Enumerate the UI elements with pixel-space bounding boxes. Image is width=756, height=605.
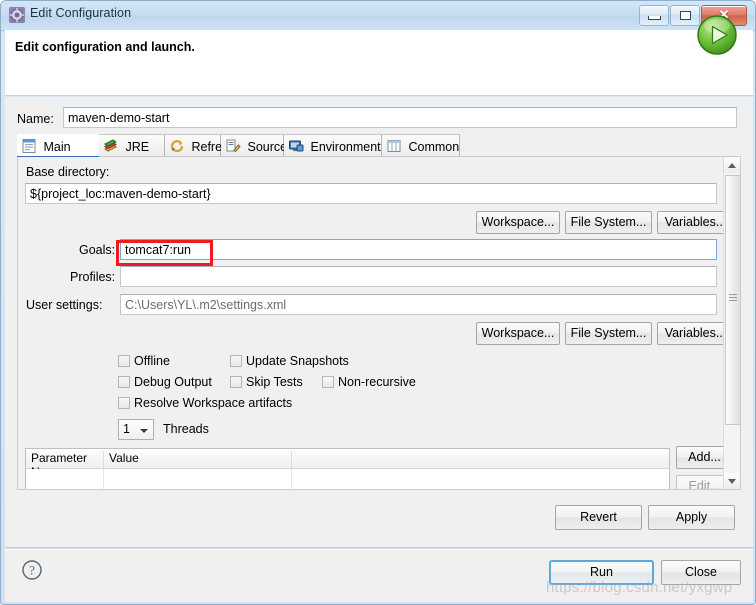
chevron-down-icon xyxy=(140,429,148,433)
maximize-icon xyxy=(680,11,691,20)
common-tab-icon xyxy=(386,138,402,154)
threads-dropdown[interactable]: 1 xyxy=(118,419,154,440)
base-workspace-button[interactable]: Workspace... xyxy=(476,211,560,234)
tab-common[interactable]: Common xyxy=(382,134,460,157)
tab-source[interactable]: Source xyxy=(221,134,288,157)
checkbox-debug-output[interactable]: Debug Output xyxy=(118,375,212,389)
refresh-tab-icon xyxy=(169,138,185,154)
checkbox-offline-box[interactable] xyxy=(118,355,130,367)
base-directory-label: Base directory: xyxy=(26,165,110,179)
parameters-table-header: Parameter Name Value xyxy=(26,449,669,479)
minimize-icon xyxy=(648,16,661,20)
checkbox-skip-tests-box[interactable] xyxy=(230,376,242,388)
tab-source-label: Source xyxy=(247,140,288,154)
panel-scrollbar[interactable] xyxy=(723,157,740,489)
settings-workspace-button[interactable]: Workspace... xyxy=(476,322,560,345)
table-empty-cell-2 xyxy=(104,469,292,489)
run-green-play-icon xyxy=(695,13,739,57)
edit-configuration-dialog: Edit Configuration ✕ Edit configuration … xyxy=(0,0,756,605)
profiles-input[interactable] xyxy=(120,266,717,287)
threads-label: Threads xyxy=(163,422,209,436)
apply-button[interactable]: Apply xyxy=(648,505,735,530)
caret-up-icon xyxy=(728,163,736,168)
tab-common-label: Common xyxy=(408,140,460,154)
main-tab-icon xyxy=(21,138,37,154)
checkbox-update-snapshots-label: Update Snapshots xyxy=(246,354,349,368)
jre-tab-icon xyxy=(103,138,119,154)
revert-button[interactable]: Revert xyxy=(555,505,642,530)
base-filesystem-button[interactable]: File System... xyxy=(565,211,652,234)
scroll-down-button[interactable] xyxy=(724,473,740,489)
main-tab-panel: Base directory: Workspace... File System… xyxy=(17,157,741,490)
window-title: Edit Configuration xyxy=(30,6,132,20)
tab-jre[interactable]: JRE xyxy=(99,134,165,157)
user-settings-label: User settings: xyxy=(26,298,103,312)
goals-input[interactable] xyxy=(120,239,717,260)
scrollbar-grip xyxy=(729,294,737,302)
parameters-table-body xyxy=(26,469,669,489)
tab-main-label: Main xyxy=(43,140,71,154)
profiles-label: Profiles: xyxy=(70,270,116,284)
checkbox-resolve-workspace-artifacts-box[interactable] xyxy=(118,397,130,409)
base-directory-input[interactable] xyxy=(25,183,717,204)
help-question-icon[interactable]: ? xyxy=(21,559,43,581)
goals-label: Goals: xyxy=(79,243,116,257)
title-bar: Edit Configuration ✕ xyxy=(1,1,755,31)
tab-jre-label: JRE xyxy=(125,140,150,154)
checkbox-non-recursive[interactable]: Non-recursive xyxy=(322,375,416,389)
name-label: Name: xyxy=(17,112,54,126)
threads-value: 1 xyxy=(123,422,130,436)
checkbox-offline[interactable]: Offline xyxy=(118,354,170,368)
checkbox-skip-tests-label: Skip Tests xyxy=(246,375,303,389)
launch-config-icon xyxy=(9,7,25,23)
scroll-up-button[interactable] xyxy=(724,157,740,173)
checkbox-non-recursive-label: Non-recursive xyxy=(338,375,416,389)
checkbox-offline-label: Offline xyxy=(134,354,170,368)
table-empty-cell-1 xyxy=(26,469,104,489)
tab-main[interactable]: Main xyxy=(17,134,99,157)
column-extra[interactable] xyxy=(292,451,669,468)
checkbox-debug-output-box[interactable] xyxy=(118,376,130,388)
table-empty-cell-3 xyxy=(292,469,669,489)
tab-environment-label: Environment xyxy=(310,140,381,154)
parameters-table[interactable]: Parameter Name Value xyxy=(25,448,670,489)
tab-environment[interactable]: Environment xyxy=(284,134,382,157)
minimize-button[interactable] xyxy=(639,5,669,26)
environment-tab-icon xyxy=(288,138,304,154)
column-parameter-name[interactable]: Parameter Name xyxy=(26,451,104,479)
caret-down-icon xyxy=(728,479,736,484)
checkbox-skip-tests[interactable]: Skip Tests xyxy=(230,375,303,389)
tab-refresh[interactable]: Refresh xyxy=(165,134,235,157)
checkbox-resolve-workspace-artifacts[interactable]: Resolve Workspace artifacts xyxy=(118,396,292,410)
watermark-text: https://blog.csdn.net/yxgwp xyxy=(546,579,733,596)
header-title: Edit configuration and launch. xyxy=(15,40,195,54)
checkbox-non-recursive-box[interactable] xyxy=(322,376,334,388)
column-value[interactable]: Value xyxy=(104,451,292,468)
tab-strip: Main JRE Refresh Source Environment Comm… xyxy=(17,134,741,157)
dialog-header: Edit configuration and launch. xyxy=(5,30,753,96)
checkbox-debug-output-label: Debug Output xyxy=(134,375,212,389)
checkbox-resolve-workspace-artifacts-label: Resolve Workspace artifacts xyxy=(134,396,293,410)
user-settings-input[interactable] xyxy=(120,294,717,315)
source-tab-icon xyxy=(225,138,241,154)
scrollbar-thumb[interactable] xyxy=(725,175,740,425)
settings-filesystem-button[interactable]: File System... xyxy=(565,322,652,345)
checkbox-update-snapshots[interactable]: Update Snapshots xyxy=(230,354,349,368)
checkbox-update-snapshots-box[interactable] xyxy=(230,355,242,367)
svg-text:?: ? xyxy=(29,563,35,578)
name-input[interactable] xyxy=(63,107,737,128)
